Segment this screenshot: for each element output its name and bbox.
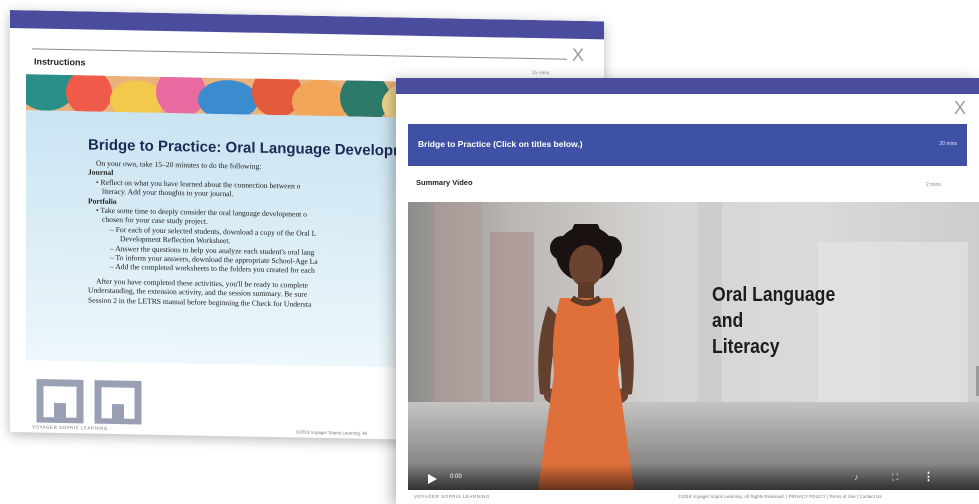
video-controls: 0:00 ♪ ⛶ ⋮ xyxy=(408,464,979,490)
volume-icon[interactable]: ♪ xyxy=(854,472,859,482)
close-icon[interactable]: X xyxy=(954,98,966,119)
summary-video-duration: 2 mins xyxy=(926,182,941,188)
video-current-time: 0:00 xyxy=(450,474,462,480)
window-title-bar xyxy=(396,78,979,94)
footer-links[interactable]: ©2019 Voyager Sopris Learning. All Right… xyxy=(678,494,882,499)
copyright-text: ©2019 Voyager Sopris Learning. All xyxy=(296,429,368,436)
header-divider xyxy=(32,48,567,60)
instructions-title: Instructions xyxy=(34,56,86,68)
bridge-to-practice-window: X Bridge to Practice (Click on titles be… xyxy=(396,78,979,504)
video-player[interactable]: Oral Language and Literacy 0:00 ♪ ⛶ ⋮ xyxy=(408,202,979,490)
bridge-header[interactable]: Bridge to Practice (Click on titles belo… xyxy=(408,124,967,166)
caption-line: and xyxy=(712,310,744,332)
caption-line: Oral Language xyxy=(712,284,836,306)
close-icon[interactable]: X xyxy=(572,45,584,66)
brand-name: VOYAGER SOPRIS LEARNING xyxy=(32,424,108,431)
instructions-body: On your own, take 15–20 minutes to do th… xyxy=(88,158,448,311)
more-options-icon[interactable]: ⋮ xyxy=(923,470,934,483)
bridge-header-title: Bridge to Practice (Click on titles belo… xyxy=(418,139,583,149)
play-icon[interactable] xyxy=(428,474,437,484)
bridge-header-duration: 20 mins xyxy=(939,141,957,147)
presenter-image xyxy=(538,224,634,490)
video-caption: Oral Language and Literacy xyxy=(712,282,835,360)
brand-name: VOYAGER SOPRIS LEARNING xyxy=(414,494,490,499)
summary-video-title[interactable]: Summary Video xyxy=(416,178,473,187)
letrs-logo-icon xyxy=(36,379,142,425)
instructions-duration: 15 mins xyxy=(532,70,550,77)
fullscreen-icon[interactable]: ⛶ xyxy=(892,472,898,483)
window-title-bar xyxy=(10,10,604,40)
caption-line: Literacy xyxy=(712,336,780,358)
